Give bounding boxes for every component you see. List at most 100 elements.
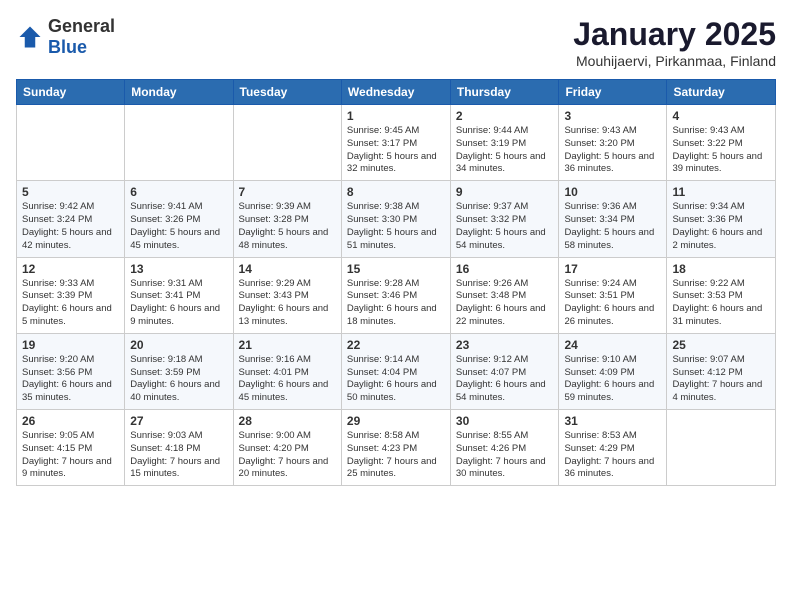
calendar-day-cell: 23Sunrise: 9:12 AM Sunset: 4:07 PM Dayli… (450, 333, 559, 409)
calendar-day-cell: 31 Sunrise: 8:53 AM Sunset: 4:29 PM Dayli… (559, 410, 667, 486)
day-info: Sunrise: 9:41 AM Sunset: 3:26 PM Dayligh… (130, 201, 227, 252)
day-info: Sunrise: 9:43 AM Sunset: 3:22 PM Dayligh… (672, 125, 770, 176)
calendar-day-cell: 27 Sunrise: 9:03 AM Sunset: 4:18 PM Dayli… (125, 410, 233, 486)
calendar-day-cell: 29 Sunrise: 8:58 AM Sunset: 4:23 PM Dayli… (341, 410, 450, 486)
calendar-day-cell: 16Sunrise: 9:26 AM Sunset: 3:48 PM Dayli… (450, 257, 559, 333)
calendar-table: SundayMondayTuesdayWednesdayThursdayFrid… (16, 79, 776, 486)
calendar-week-row: 12 Sunrise: 9:33 AM Sunset: 3:39 PM Dayli… (17, 257, 776, 333)
calendar-day-cell: 22 Sunrise: 9:14 AM Sunset: 4:04 PM Dayli… (341, 333, 450, 409)
weekday-header: Tuesday (233, 80, 341, 105)
day-info: Sunrise: 9:07 AM Sunset: 4:12 PM Dayligh… (672, 354, 770, 405)
calendar-day-cell: 24 Sunrise: 9:10 AM Sunset: 4:09 PM Dayli… (559, 333, 667, 409)
calendar-day-cell: 4 Sunrise: 9:43 AM Sunset: 3:22 PM Daylig… (667, 105, 776, 181)
calendar-day-cell: 9 Sunrise: 9:37 AM Sunset: 3:32 PM Daylig… (450, 181, 559, 257)
title-section: January 2025 Mouhijaervi, Pirkanmaa, Fin… (573, 16, 776, 69)
weekday-header: Wednesday (341, 80, 450, 105)
day-info: Sunrise: 9:31 AM Sunset: 3:41 PM Dayligh… (130, 278, 227, 329)
day-number: 1 (347, 109, 445, 123)
day-info: Sunrise: 9:22 AM Sunset: 3:53 PM Dayligh… (672, 278, 770, 329)
day-info: Sunrise: 9:10 AM Sunset: 4:09 PM Dayligh… (564, 354, 661, 405)
calendar-day-cell: 18 Sunrise: 9:22 AM Sunset: 3:53 PM Dayli… (667, 257, 776, 333)
day-info: Sunrise: 9:36 AM Sunset: 3:34 PM Dayligh… (564, 201, 661, 252)
day-number: 30 (456, 414, 554, 428)
day-number: 25 (672, 338, 770, 352)
calendar-day-cell: 7Sunrise: 9:39 AM Sunset: 3:28 PM Daylig… (233, 181, 341, 257)
calendar-week-row: 1Sunrise: 9:45 AM Sunset: 3:17 PM Daylig… (17, 105, 776, 181)
calendar-day-cell (233, 105, 341, 181)
day-number: 26 (22, 414, 119, 428)
calendar-day-cell: 6Sunrise: 9:41 AM Sunset: 3:26 PM Daylig… (125, 181, 233, 257)
day-number: 12 (22, 262, 119, 276)
calendar-day-cell: 25 Sunrise: 9:07 AM Sunset: 4:12 PM Dayli… (667, 333, 776, 409)
calendar-day-cell: 13 Sunrise: 9:31 AM Sunset: 3:41 PM Dayli… (125, 257, 233, 333)
day-number: 24 (564, 338, 661, 352)
day-number: 19 (22, 338, 119, 352)
day-info: Sunrise: 9:20 AM Sunset: 3:56 PM Dayligh… (22, 354, 119, 405)
day-number: 20 (130, 338, 227, 352)
day-number: 4 (672, 109, 770, 123)
calendar-day-cell: 17 Sunrise: 9:24 AM Sunset: 3:51 PM Dayli… (559, 257, 667, 333)
day-number: 14 (239, 262, 336, 276)
day-number: 9 (456, 185, 554, 199)
day-info: Sunrise: 9:14 AM Sunset: 4:04 PM Dayligh… (347, 354, 445, 405)
calendar-week-row: 5Sunrise: 9:42 AM Sunset: 3:24 PM Daylig… (17, 181, 776, 257)
weekday-header: Friday (559, 80, 667, 105)
calendar-day-cell: 26 Sunrise: 9:05 AM Sunset: 4:15 PM Dayli… (17, 410, 125, 486)
logo-icon (16, 23, 44, 51)
calendar-day-cell: 19 Sunrise: 9:20 AM Sunset: 3:56 PM Dayli… (17, 333, 125, 409)
day-number: 2 (456, 109, 554, 123)
day-info: Sunrise: 9:33 AM Sunset: 3:39 PM Dayligh… (22, 278, 119, 329)
calendar-day-cell: 3Sunrise: 9:43 AM Sunset: 3:20 PM Daylig… (559, 105, 667, 181)
day-number: 13 (130, 262, 227, 276)
day-number: 10 (564, 185, 661, 199)
day-info: Sunrise: 9:05 AM Sunset: 4:15 PM Dayligh… (22, 430, 119, 481)
logo: General Blue (16, 16, 115, 58)
calendar-day-cell: 1Sunrise: 9:45 AM Sunset: 3:17 PM Daylig… (341, 105, 450, 181)
day-info: Sunrise: 9:43 AM Sunset: 3:20 PM Dayligh… (564, 125, 661, 176)
day-info: Sunrise: 9:37 AM Sunset: 3:32 PM Dayligh… (456, 201, 554, 252)
logo-blue: Blue (48, 37, 87, 57)
weekday-header: Saturday (667, 80, 776, 105)
day-number: 18 (672, 262, 770, 276)
calendar-day-cell (667, 410, 776, 486)
weekday-header: Thursday (450, 80, 559, 105)
calendar-title: January 2025 (573, 16, 776, 53)
day-number: 8 (347, 185, 445, 199)
day-info: Sunrise: 9:00 AM Sunset: 4:20 PM Dayligh… (239, 430, 336, 481)
calendar-day-cell (17, 105, 125, 181)
day-info: Sunrise: 9:38 AM Sunset: 3:30 PM Dayligh… (347, 201, 445, 252)
day-info: Sunrise: 9:29 AM Sunset: 3:43 PM Dayligh… (239, 278, 336, 329)
day-info: Sunrise: 8:58 AM Sunset: 4:23 PM Dayligh… (347, 430, 445, 481)
day-number: 23 (456, 338, 554, 352)
day-info: Sunrise: 9:24 AM Sunset: 3:51 PM Dayligh… (564, 278, 661, 329)
day-number: 27 (130, 414, 227, 428)
calendar-subtitle: Mouhijaervi, Pirkanmaa, Finland (573, 53, 776, 69)
calendar-day-cell (125, 105, 233, 181)
calendar-day-cell: 11Sunrise: 9:34 AM Sunset: 3:36 PM Dayli… (667, 181, 776, 257)
calendar-day-cell: 12 Sunrise: 9:33 AM Sunset: 3:39 PM Dayli… (17, 257, 125, 333)
day-info: Sunrise: 9:03 AM Sunset: 4:18 PM Dayligh… (130, 430, 227, 481)
calendar-day-cell: 20 Sunrise: 9:18 AM Sunset: 3:59 PM Dayli… (125, 333, 233, 409)
weekday-header: Monday (125, 80, 233, 105)
day-number: 31 (564, 414, 661, 428)
day-number: 7 (239, 185, 336, 199)
day-number: 15 (347, 262, 445, 276)
day-number: 28 (239, 414, 336, 428)
calendar-day-cell: 21Sunrise: 9:16 AM Sunset: 4:01 PM Dayli… (233, 333, 341, 409)
calendar-day-cell: 28 Sunrise: 9:00 AM Sunset: 4:20 PM Dayli… (233, 410, 341, 486)
day-number: 29 (347, 414, 445, 428)
day-info: Sunrise: 8:55 AM Sunset: 4:26 PM Dayligh… (456, 430, 554, 481)
calendar-day-cell: 14 Sunrise: 9:29 AM Sunset: 3:43 PM Dayli… (233, 257, 341, 333)
weekday-header: Sunday (17, 80, 125, 105)
day-number: 21 (239, 338, 336, 352)
day-info: Sunrise: 8:53 AM Sunset: 4:29 PM Dayligh… (564, 430, 661, 481)
calendar-day-cell: 30 Sunrise: 8:55 AM Sunset: 4:26 PM Dayli… (450, 410, 559, 486)
day-number: 22 (347, 338, 445, 352)
page-header: General Blue January 2025 Mouhijaervi, P… (16, 16, 776, 69)
calendar-day-cell: 15Sunrise: 9:28 AM Sunset: 3:46 PM Dayli… (341, 257, 450, 333)
calendar-header-row: SundayMondayTuesdayWednesdayThursdayFrid… (17, 80, 776, 105)
day-info: Sunrise: 9:18 AM Sunset: 3:59 PM Dayligh… (130, 354, 227, 405)
logo-general: General (48, 16, 115, 36)
day-number: 17 (564, 262, 661, 276)
day-number: 11 (672, 185, 770, 199)
